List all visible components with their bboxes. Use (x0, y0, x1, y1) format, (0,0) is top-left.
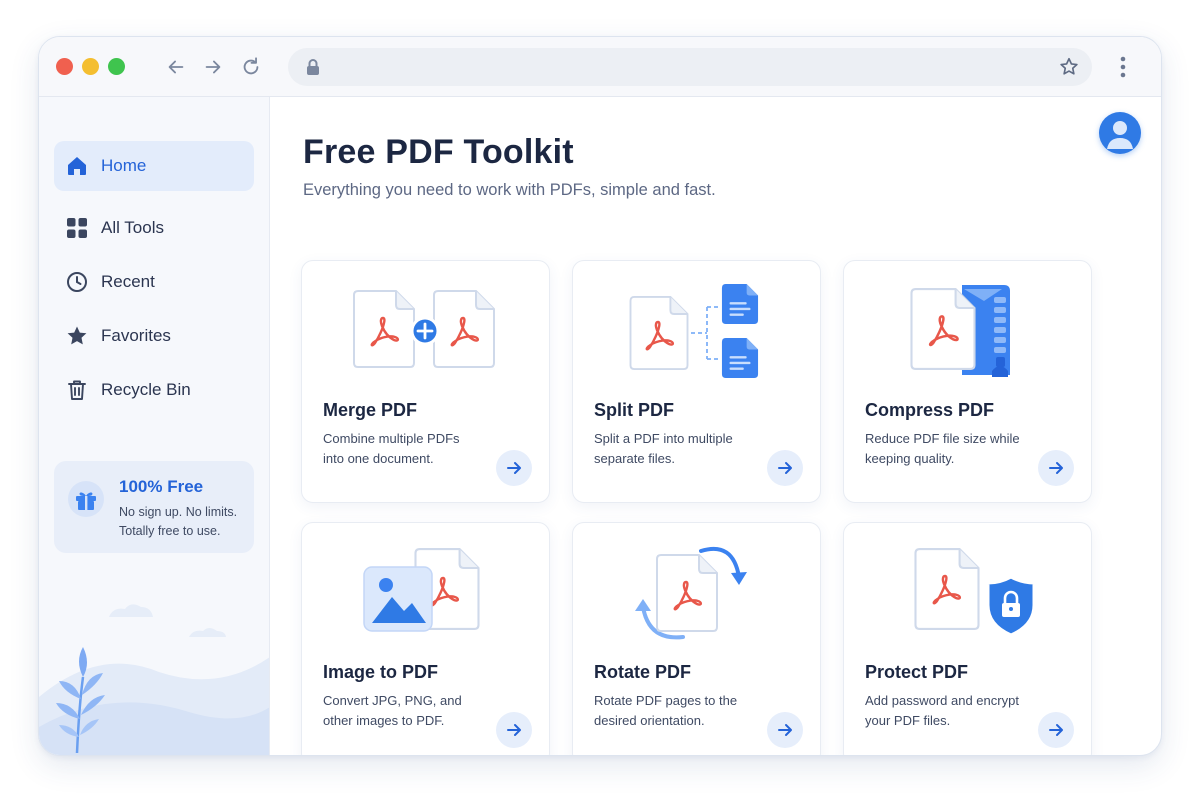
page-subtitle: Everything you need to work with PDFs, s… (303, 181, 716, 199)
more-vertical-icon[interactable] (1111, 55, 1135, 79)
sidebar: Home All Tools Recent Favorites Recycle … (39, 97, 270, 755)
sidebar-item-recycle-bin[interactable]: Recycle Bin (54, 365, 254, 415)
arrow-right-icon (1049, 724, 1063, 736)
tool-card-rotate-pdf[interactable]: Rotate PDF Rotate PDF pages to the desir… (572, 522, 821, 755)
open-tool-button[interactable] (496, 450, 532, 486)
browser-toolbar (39, 37, 1161, 97)
user-icon (1107, 121, 1133, 149)
sidebar-item-favorites[interactable]: Favorites (54, 311, 254, 361)
back-arrow-icon[interactable] (163, 54, 189, 80)
gift-icon (68, 481, 104, 517)
home-icon (65, 154, 89, 178)
open-tool-button[interactable] (1038, 450, 1074, 486)
forward-arrow-icon[interactable] (200, 54, 226, 80)
sidebar-item-label: Recent (101, 272, 155, 291)
open-tool-button[interactable] (767, 712, 803, 748)
sidebar-item-home[interactable]: Home (54, 141, 254, 191)
open-tool-button[interactable] (767, 450, 803, 486)
tool-description: Convert JPG, PNG, and other images to PD… (323, 693, 462, 728)
tool-card-protect-pdf[interactable]: Protect PDF Add password and encrypt you… (843, 522, 1092, 755)
open-tool-button[interactable] (1038, 712, 1074, 748)
tool-title: Protect PDF (865, 662, 969, 682)
tool-title: Compress PDF (865, 400, 995, 420)
compress-pdf-icon (910, 285, 1010, 377)
sidebar-item-label: Recycle Bin (101, 380, 191, 399)
tool-title: Rotate PDF (594, 662, 692, 682)
image-to-pdf-icon (363, 548, 480, 632)
bookmark-star-icon[interactable] (1058, 56, 1080, 78)
tool-card-split-pdf[interactable]: Split PDF Split a PDF into multiple sepa… (572, 260, 821, 503)
sidebar-item-label: Favorites (101, 326, 171, 345)
split-pdf-icon (629, 284, 759, 378)
grid-icon (65, 216, 89, 240)
tool-title: Image to PDF (323, 662, 439, 682)
close-window-button[interactable] (56, 58, 73, 75)
rotate-pdf-icon (635, 546, 747, 640)
sidebar-item-label: All Tools (101, 218, 164, 237)
arrow-right-icon (507, 724, 521, 736)
tool-card-compress-pdf[interactable]: Compress PDF Reduce PDF file size while … (843, 260, 1092, 503)
tool-description: Split a PDF into multiple separate files… (594, 431, 733, 466)
tool-card-image-to-pdf[interactable]: Image to PDF Convert JPG, PNG, and other… (301, 522, 550, 755)
arrow-right-icon (778, 724, 792, 736)
trash-icon (65, 378, 89, 402)
free-promo-card: 100% Free No sign up. No limits. Totally… (54, 461, 254, 553)
star-icon (65, 324, 89, 348)
sidebar-scenery-illustration (39, 604, 269, 755)
arrow-right-icon (1049, 462, 1063, 474)
page-title: Free PDF Toolkit (303, 133, 574, 171)
user-avatar[interactable] (1099, 112, 1141, 154)
promo-text: No sign up. No limits. Totally free to u… (119, 505, 238, 538)
clock-icon (65, 270, 89, 294)
tool-description: Add password and encrypt your PDF files. (865, 693, 1019, 728)
open-tool-button[interactable] (496, 712, 532, 748)
tool-description: Rotate PDF pages to the desired orientat… (594, 693, 738, 728)
promo-title: 100% Free (119, 477, 204, 496)
tool-description: Reduce PDF file size while keeping quali… (865, 431, 1020, 466)
sidebar-item-all-tools[interactable]: All Tools (54, 203, 254, 253)
maximize-window-button[interactable] (108, 58, 125, 75)
tool-title: Split PDF (594, 400, 674, 420)
merge-pdf-icon (353, 290, 495, 368)
lock-icon (307, 59, 319, 75)
minimize-window-button[interactable] (82, 58, 99, 75)
arrow-right-icon (778, 462, 792, 474)
address-bar[interactable] (288, 48, 1092, 86)
tool-description: Combine multiple PDFs into one document. (323, 431, 460, 466)
sidebar-item-recent[interactable]: Recent (54, 257, 254, 307)
tool-card-merge-pdf[interactable]: Merge PDF Combine multiple PDFs into one… (301, 260, 550, 503)
url-input[interactable] (332, 48, 1032, 86)
protect-pdf-icon (914, 548, 1036, 637)
main-content: Free PDF Toolkit Everything you need to … (270, 97, 1161, 755)
reload-icon[interactable] (238, 54, 264, 80)
tool-title: Merge PDF (323, 400, 418, 420)
browser-window: Home All Tools Recent Favorites Recycle … (38, 36, 1162, 756)
sidebar-item-label: Home (101, 156, 147, 175)
arrow-right-icon (507, 462, 521, 474)
